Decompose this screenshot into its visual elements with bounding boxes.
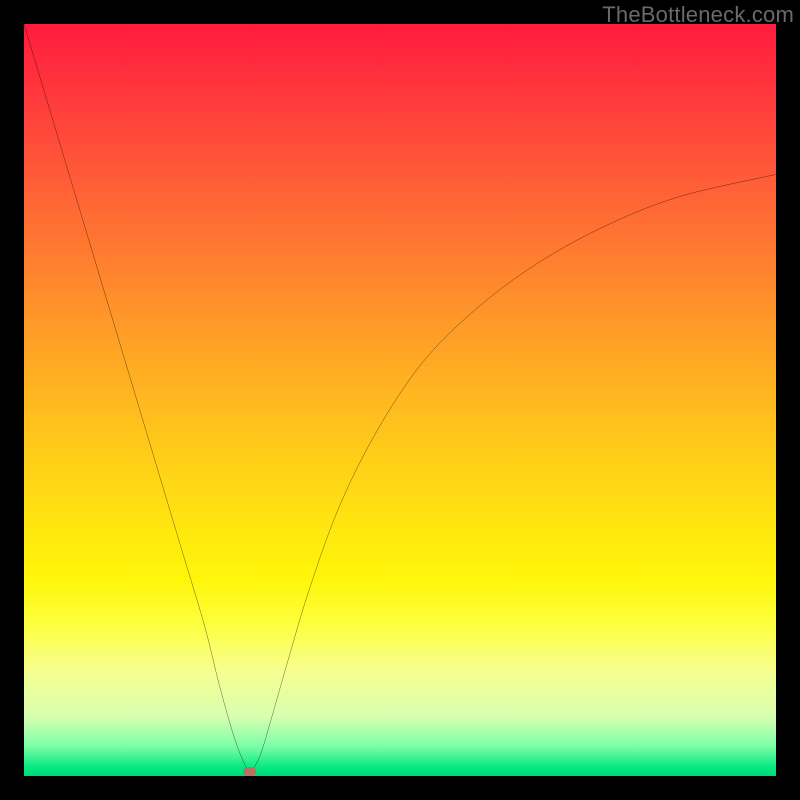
chart-frame: TheBottleneck.com	[0, 0, 800, 800]
optimal-point-marker	[243, 767, 257, 776]
bottleneck-curve	[24, 24, 776, 776]
watermark-text: TheBottleneck.com	[602, 2, 794, 28]
